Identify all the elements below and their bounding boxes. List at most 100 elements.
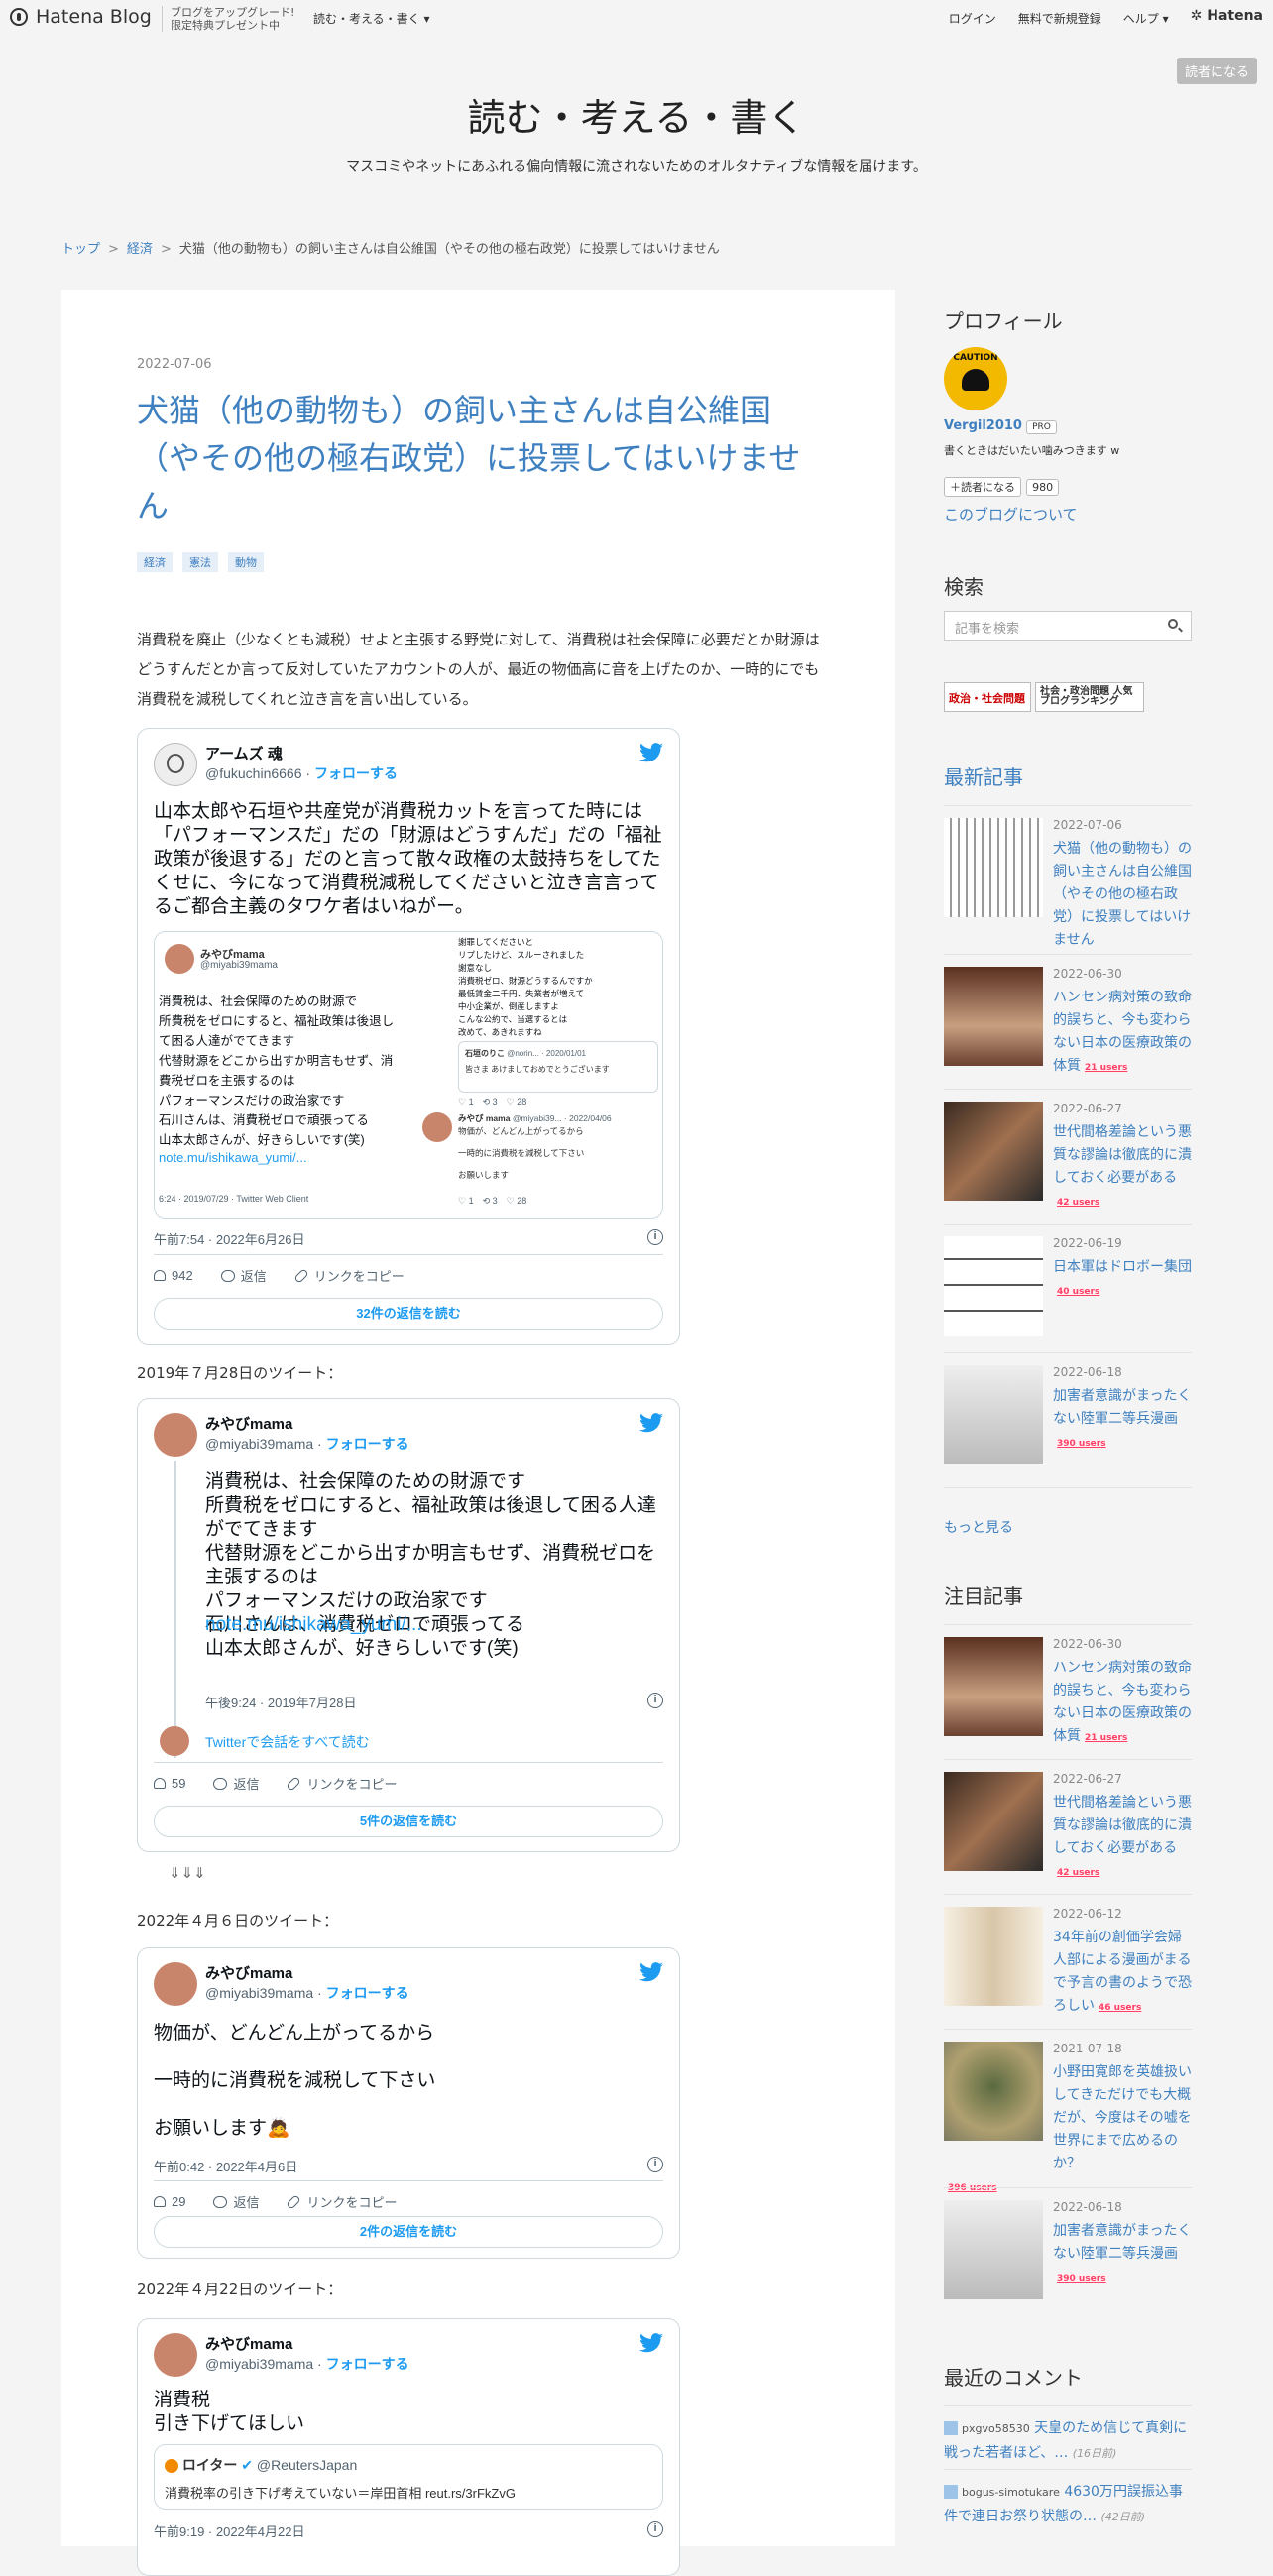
- latest-entry[interactable]: 2022-06-19 日本軍はドロボー集団 40 users: [944, 1224, 1192, 1353]
- entry-title[interactable]: 加害者意識がまったくない陸軍二等兵漫画 390 users: [1053, 2220, 1192, 2290]
- profile-avatar[interactable]: [944, 347, 1007, 410]
- entry-thumbnail[interactable]: [944, 1102, 1043, 1201]
- info-icon[interactable]: i: [647, 2157, 663, 2172]
- twitter-bird-icon[interactable]: [639, 743, 663, 762]
- latest-heading[interactable]: 最新記事: [944, 761, 1023, 790]
- blog-title[interactable]: 読む・考える・書く: [0, 87, 1273, 142]
- reply-button[interactable]: 返信: [213, 2192, 259, 2211]
- comment-user[interactable]: pxgvo58530: [962, 2422, 1030, 2435]
- entry-thumbnail[interactable]: [944, 2200, 1043, 2299]
- follow-button[interactable]: フォローする: [326, 2356, 409, 2372]
- entry-title-text[interactable]: 小野田寛郎を英雄扱いしてきただけでも大概だが、今度はその嘘を世界にまで広めるのか…: [944, 2061, 1192, 2175]
- entry-title-text[interactable]: 加害者意識がまったくない陸軍二等兵漫画: [1053, 1388, 1191, 1427]
- featured-entry[interactable]: 2022-06-30 ハンセン病対策の致命的誤ちと、今も変わらない日本の医療政策…: [944, 1624, 1192, 1760]
- like-button[interactable]: 29: [154, 2194, 185, 2209]
- comment-user[interactable]: bogus-simotukare: [962, 2486, 1060, 2499]
- twitter-bird-icon[interactable]: [639, 1962, 663, 1982]
- twitter-bird-icon[interactable]: [639, 2333, 663, 2353]
- blog-menu[interactable]: 読む・考える・書く ▾: [313, 10, 430, 27]
- bookmark-users-badge[interactable]: 40 users: [1056, 1287, 1101, 1297]
- read-thread-link[interactable]: Twitterで会話をすべて読む: [205, 1732, 370, 1752]
- featured-entry[interactable]: 2022-06-27 世代間格差論という悪質な謬論は徹底的に潰しておく必要がある…: [944, 1759, 1192, 1895]
- avatar[interactable]: [154, 1413, 197, 1457]
- entry-title-text[interactable]: ハンセン病対策の致命的誤ちと、今も変わらない日本の医療政策の体質: [1053, 990, 1192, 1074]
- tweet-timestamp[interactable]: 午前7:54 · 2022年6月26日: [154, 1229, 304, 1248]
- profile-name[interactable]: Vergil2010: [944, 418, 1022, 433]
- entry-title-text[interactable]: ハンセン病対策の致命的誤ちと、今も変わらない日本の医療政策の体質: [1053, 1660, 1192, 1744]
- tweet-timestamp[interactable]: 午前9:19 · 2022年4月22日: [154, 2521, 304, 2540]
- twitter-bird-icon[interactable]: [639, 1413, 663, 1433]
- follow-button[interactable]: フォローする: [326, 1436, 409, 1452]
- handle-text[interactable]: @fukuchin6666: [205, 765, 302, 781]
- latest-entry[interactable]: 2022-07-06 犬猫（他の動物も）の飼い主さんは自公維国（やその他の極右政…: [944, 805, 1192, 955]
- latest-entry[interactable]: 2022-06-18 加害者意識がまったくない陸軍二等兵漫画 390 users: [944, 1352, 1192, 1488]
- recent-comment[interactable]: bogus-simotukare 4630万円誤振込事件で連日お祭り状態の… (…: [944, 2469, 1192, 2529]
- read-replies-button[interactable]: 2件の返信を読む: [154, 2216, 663, 2248]
- entry-thumbnail[interactable]: [944, 1907, 1043, 2006]
- info-icon[interactable]: i: [647, 2521, 663, 2537]
- tweet-image[interactable]: みやびmama @miyabi39mama 消費税は、社会保障のための財源で 所…: [154, 931, 663, 1219]
- breadcrumb-category[interactable]: 経済: [127, 242, 153, 257]
- entry-thumbnail[interactable]: [944, 967, 1043, 1066]
- tag-link[interactable]: 憲法: [182, 552, 218, 572]
- quoted-tweet[interactable]: ロイター ✔ @ReutersJapan 消費税率の引き下げ考えていない＝岸田首…: [154, 2444, 663, 2510]
- help-menu[interactable]: ヘルプ ▾: [1123, 10, 1169, 27]
- avatar[interactable]: [154, 743, 197, 786]
- entry-thumbnail[interactable]: [944, 1772, 1043, 1871]
- entry-title[interactable]: 日本軍はドロボー集団 40 users: [1053, 1256, 1192, 1304]
- bookmark-users-badge[interactable]: 42 users: [1056, 1868, 1101, 1878]
- read-replies-button[interactable]: 5件の返信を読む: [154, 1806, 663, 1837]
- copy-link-button[interactable]: リンクをコピー: [286, 2192, 398, 2211]
- bookmark-users-badge[interactable]: 390 users: [1056, 2274, 1107, 2283]
- entry-title[interactable]: 世代間格差論という悪質な謬論は徹底的に潰しておく必要がある 42 users: [1053, 1792, 1192, 1885]
- entry-title[interactable]: ハンセン病対策の致命的誤ちと、今も変わらない日本の医療政策の体質 21 users: [1053, 1657, 1192, 1750]
- entry-thumbnail[interactable]: [944, 1637, 1043, 1736]
- tweet-author-name[interactable]: みやびmama: [205, 2333, 292, 2354]
- follow-button[interactable]: フォローする: [326, 1985, 409, 2001]
- recent-comment[interactable]: pxgvo58530 天皇のため信じて真剣に戦った若者ほど、… (16日前): [944, 2405, 1192, 2466]
- search-icon[interactable]: [1168, 619, 1178, 629]
- entry-title-text[interactable]: 世代間格差論という悪質な謬論は徹底的に潰しておく必要がある: [1053, 1124, 1192, 1186]
- ranking-banner[interactable]: 政治・社会問題: [944, 682, 1031, 712]
- tweet-author-name[interactable]: みやびmama: [205, 1413, 292, 1434]
- entry-title-text[interactable]: 加害者意識がまったくない陸軍二等兵漫画: [1053, 2223, 1191, 2262]
- login-link[interactable]: ログイン: [949, 10, 996, 27]
- subscribe-button[interactable]: ＋読者になる: [944, 477, 1021, 497]
- featured-entry[interactable]: 2022-06-18 加害者意識がまったくない陸軍二等兵漫画 390 users: [944, 2187, 1192, 2327]
- bookmark-users-badge[interactable]: 21 users: [1084, 1063, 1129, 1073]
- handle-text[interactable]: @miyabi39mama: [205, 1436, 313, 1452]
- featured-entry[interactable]: 2022-06-12 34年前の創価学会婦人部による漫画がまるで予言の書のようで…: [944, 1894, 1192, 2030]
- featured-entry[interactable]: 2021-07-18 小野田寛郎を英雄扱いしてきただけでも大概だが、今度はその嘘…: [944, 2029, 1192, 2193]
- entry-title-text[interactable]: 日本軍はドロボー集団: [1053, 1259, 1192, 1275]
- like-button[interactable]: 59: [154, 1776, 185, 1791]
- handle-text[interactable]: @miyabi39mama: [205, 2356, 313, 2372]
- entry-title[interactable]: ハンセン病対策の致命的誤ちと、今も変わらない日本の医療政策の体質 21 users: [1053, 987, 1192, 1080]
- hatena-blog-logo[interactable]: Hatena Blog: [10, 6, 152, 28]
- breadcrumb-top[interactable]: トップ: [61, 242, 100, 257]
- read-replies-button[interactable]: 32件の返信を読む: [154, 1298, 663, 1330]
- tweet-link-text[interactable]: note.mu/ishikawa_yumi/...: [205, 1614, 422, 1635]
- search-input[interactable]: 記事を検索: [944, 611, 1192, 641]
- entry-title[interactable]: 34年前の創価学会婦人部による漫画がまるで予言の書のようで恐ろしい 46 user…: [1053, 1927, 1192, 2020]
- about-blog-link[interactable]: このブログについて: [944, 504, 1078, 525]
- avatar[interactable]: [154, 1962, 197, 2006]
- avatar[interactable]: [154, 2333, 197, 2377]
- more-link[interactable]: もっと見る: [944, 1517, 1013, 1537]
- entry-title[interactable]: 加害者意識がまったくない陸軍二等兵漫画 390 users: [1053, 1385, 1192, 1456]
- tweet-timestamp[interactable]: 午前0:42 · 2022年4月6日: [154, 2157, 297, 2175]
- article-title[interactable]: 犬猫（他の動物も）の飼い主さんは自公維国（やその他の極右政党）に投票してはいけま…: [137, 387, 821, 529]
- entry-title-text[interactable]: 世代間格差論という悪質な謬論は徹底的に潰しておく必要がある: [1053, 1795, 1192, 1856]
- handle-text[interactable]: @miyabi39mama: [205, 1985, 313, 2001]
- entry-thumbnail[interactable]: [944, 818, 1043, 917]
- tweet-author-name[interactable]: みやびmama: [205, 1962, 292, 1983]
- entry-title[interactable]: 犬猫（他の動物も）の飼い主さんは自公維国（やその他の極右政党）に投票してはいけま…: [1053, 838, 1192, 952]
- register-link[interactable]: 無料で新規登録: [1018, 10, 1101, 27]
- tag-link[interactable]: 動物: [228, 552, 264, 572]
- pro-badge[interactable]: PRO: [1026, 420, 1057, 434]
- article-date[interactable]: 2022-07-06: [137, 357, 212, 372]
- tweet-timestamp[interactable]: 午後9:24 · 2019年7月28日: [205, 1693, 356, 1711]
- entry-title[interactable]: 小野田寛郎を英雄扱いしてきただけでも大概だが、今度はその嘘を世界にまで広めるのか…: [944, 2061, 1192, 2200]
- info-icon[interactable]: i: [647, 1693, 663, 1708]
- hatena-link[interactable]: ✲ Hatena: [1191, 8, 1263, 27]
- copy-link-button[interactable]: リンクをコピー: [292, 1266, 405, 1285]
